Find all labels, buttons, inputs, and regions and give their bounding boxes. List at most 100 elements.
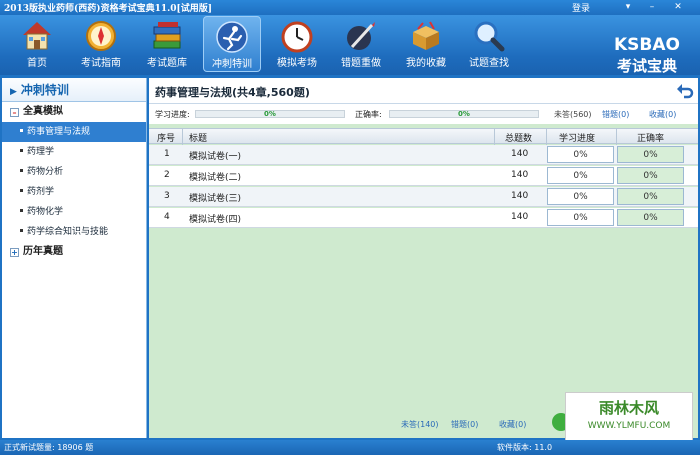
bullet-icon — [20, 229, 23, 232]
sidebar: ▶ 冲刺特训 – 全真模拟 药事管理与法规 药理学 药物分析 药剂学 药物化学 药学… — [2, 78, 147, 438]
row-progress: 0% — [547, 188, 614, 205]
bullet-icon — [20, 209, 23, 212]
triangle-right-icon: ▶ — [10, 87, 17, 97]
minimize-icon[interactable]: ▾ — [622, 2, 634, 12]
nav-guide-button[interactable]: 考试指南 — [72, 16, 130, 72]
row-title: 模拟试卷(二) — [189, 173, 242, 183]
close-icon[interactable]: ✕ — [672, 2, 684, 12]
logo-text-latin: KSBAO — [614, 35, 680, 55]
restore-icon[interactable]: – — [646, 2, 658, 12]
bullet-icon — [20, 169, 23, 172]
stats-bar: 学习进度: 0% 正确率: 0% 未答(560) 错题(0) 收藏(0) — [149, 104, 698, 124]
header-no: 序号 — [157, 134, 176, 144]
sidebar-item-label: 药事管理与法规 — [27, 127, 91, 137]
sidebar-group-past-exams[interactable]: + 历年真题 — [2, 242, 146, 262]
row-progress: 0% — [547, 167, 614, 184]
row-accuracy: 0% — [617, 188, 684, 205]
table-row[interactable]: 1 模拟试卷(一) 140 0% 0% — [149, 145, 698, 165]
bottom-wrong-link[interactable]: 错题(0) — [451, 419, 478, 430]
nav-redo-wrong-button[interactable]: 错题重做 — [332, 16, 390, 72]
nav-mock-exam-button[interactable]: 模拟考场 — [268, 16, 326, 72]
nav-home-label: 首页 — [27, 58, 47, 69]
progress-bar: 0% — [195, 110, 345, 118]
runner-icon — [216, 21, 248, 53]
sidebar-item-pharmaceutical-analysis[interactable]: 药物分析 — [2, 162, 146, 182]
login-link[interactable]: 登录 — [572, 1, 590, 14]
main-header: 药事管理与法规(共4章,560题) — [149, 78, 698, 104]
nav-guide-label: 考试指南 — [81, 58, 121, 69]
nav-sprint-training-button[interactable]: 冲刺特训 — [203, 16, 261, 72]
sidebar-header-label: 冲刺特训 — [20, 83, 69, 97]
main-panel: 药事管理与法规(共4章,560题) 学习进度: 0% 正确率: 0% 未答(56… — [149, 78, 698, 438]
table-row[interactable]: 4 模拟试卷(四) 140 0% 0% — [149, 208, 698, 228]
app-window: 2013版执业药师(西药)资格考试宝典11.0[试用版] 登录 ▾ – ✕ 首页… — [0, 0, 700, 455]
column-divider — [494, 129, 495, 145]
unanswered-link[interactable]: 未答(560) — [554, 109, 592, 120]
bottom-favorites-link[interactable]: 收藏(0) — [499, 419, 526, 430]
compass-icon — [86, 21, 116, 51]
sidebar-item-comprehensive-skills[interactable]: 药学综合知识与技能 — [2, 222, 146, 242]
column-divider — [616, 129, 617, 145]
nav-favorites-label: 我的收藏 — [406, 58, 446, 69]
row-title: 模拟试卷(四) — [189, 215, 242, 225]
row-no: 2 — [164, 170, 170, 180]
status-version: 软件版本: 11.0 — [497, 443, 553, 452]
wrong-link[interactable]: 错题(0) — [602, 109, 629, 120]
nav-sprint-training-label: 冲刺特训 — [212, 59, 252, 70]
table-row[interactable]: 2 模拟试卷(二) 140 0% 0% — [149, 166, 698, 186]
row-total: 140 — [511, 191, 529, 201]
page-title: 药事管理与法规(共4章,560题) — [155, 86, 310, 99]
row-no: 4 — [164, 212, 170, 222]
row-title: 模拟试卷(一) — [189, 152, 242, 162]
bullet-icon — [20, 149, 23, 152]
sidebar-item-medicinal-chemistry[interactable]: 药物化学 — [2, 202, 146, 222]
main-toolbar: 首页 考试指南 考试题库 冲刺特训 模拟考场 错题重做 我的收藏 试题查找 KS… — [0, 15, 700, 75]
nav-search-button[interactable]: 试题查找 — [460, 16, 518, 72]
header-progress: 学习进度 — [559, 134, 596, 144]
row-total: 140 — [511, 212, 529, 222]
window-title: 2013版执业药师(西药)资格考试宝典11.0[试用版] — [4, 4, 213, 14]
expand-plus-icon[interactable]: + — [10, 248, 19, 257]
sidebar-item-label: 药理学 — [27, 147, 55, 157]
bottom-unanswered-link[interactable]: 未答(140) — [401, 419, 439, 430]
header-accuracy: 正确率 — [637, 134, 665, 144]
table-row[interactable]: 3 模拟试卷(三) 140 0% 0% — [149, 187, 698, 207]
nav-question-bank-button[interactable]: 考试题库 — [138, 16, 196, 72]
row-progress: 0% — [547, 209, 614, 226]
box-icon — [413, 21, 439, 50]
accuracy-bar: 0% — [389, 110, 539, 118]
favorites-link[interactable]: 收藏(0) — [649, 109, 676, 120]
nav-favorites-button[interactable]: 我的收藏 — [397, 16, 455, 72]
row-no: 1 — [164, 149, 170, 159]
row-no: 3 — [164, 191, 170, 201]
collapse-minus-icon[interactable]: – — [10, 108, 19, 117]
sidebar-item-label: 药物化学 — [27, 207, 64, 217]
sidebar-item-pharmacology[interactable]: 药理学 — [2, 142, 146, 162]
row-total: 140 — [511, 170, 529, 180]
nav-redo-wrong-label: 错题重做 — [341, 58, 381, 69]
watermark-text: 雨林木风 — [598, 399, 659, 417]
row-accuracy: 0% — [617, 167, 684, 184]
pen-icon — [347, 22, 375, 50]
watermark-logo: 雨林木风 WWW.YLMFU.COM — [565, 392, 693, 444]
back-arrow-icon[interactable] — [676, 82, 694, 100]
logo-text-chinese: 考试宝典 — [616, 57, 677, 75]
status-bar: 正式新试题量: 18906 题 软件版本: 11.0 — [0, 440, 700, 455]
row-progress: 0% — [547, 146, 614, 163]
row-total: 140 — [511, 149, 529, 159]
sidebar-item-pharmacy-law[interactable]: 药事管理与法规 — [2, 122, 146, 142]
nav-question-bank-label: 考试题库 — [147, 58, 187, 69]
sidebar-group-label: 全真模拟 — [23, 106, 63, 117]
header-total: 总题数 — [505, 134, 533, 144]
watermark-url: WWW.YLMFU.COM — [587, 421, 671, 431]
nav-home-button[interactable]: 首页 — [8, 16, 66, 72]
books-icon — [153, 22, 181, 49]
column-divider — [182, 129, 183, 145]
row-accuracy: 0% — [617, 146, 684, 163]
sidebar-item-pharmaceutics[interactable]: 药剂学 — [2, 182, 146, 202]
nav-search-label: 试题查找 — [469, 58, 509, 69]
sidebar-group-full-mock[interactable]: – 全真模拟 — [2, 102, 146, 122]
sidebar-item-label: 药剂学 — [27, 187, 55, 197]
progress-value: 0% — [264, 110, 276, 118]
title-bar: 2013版执业药师(西药)资格考试宝典11.0[试用版] 登录 ▾ – ✕ — [0, 0, 700, 15]
